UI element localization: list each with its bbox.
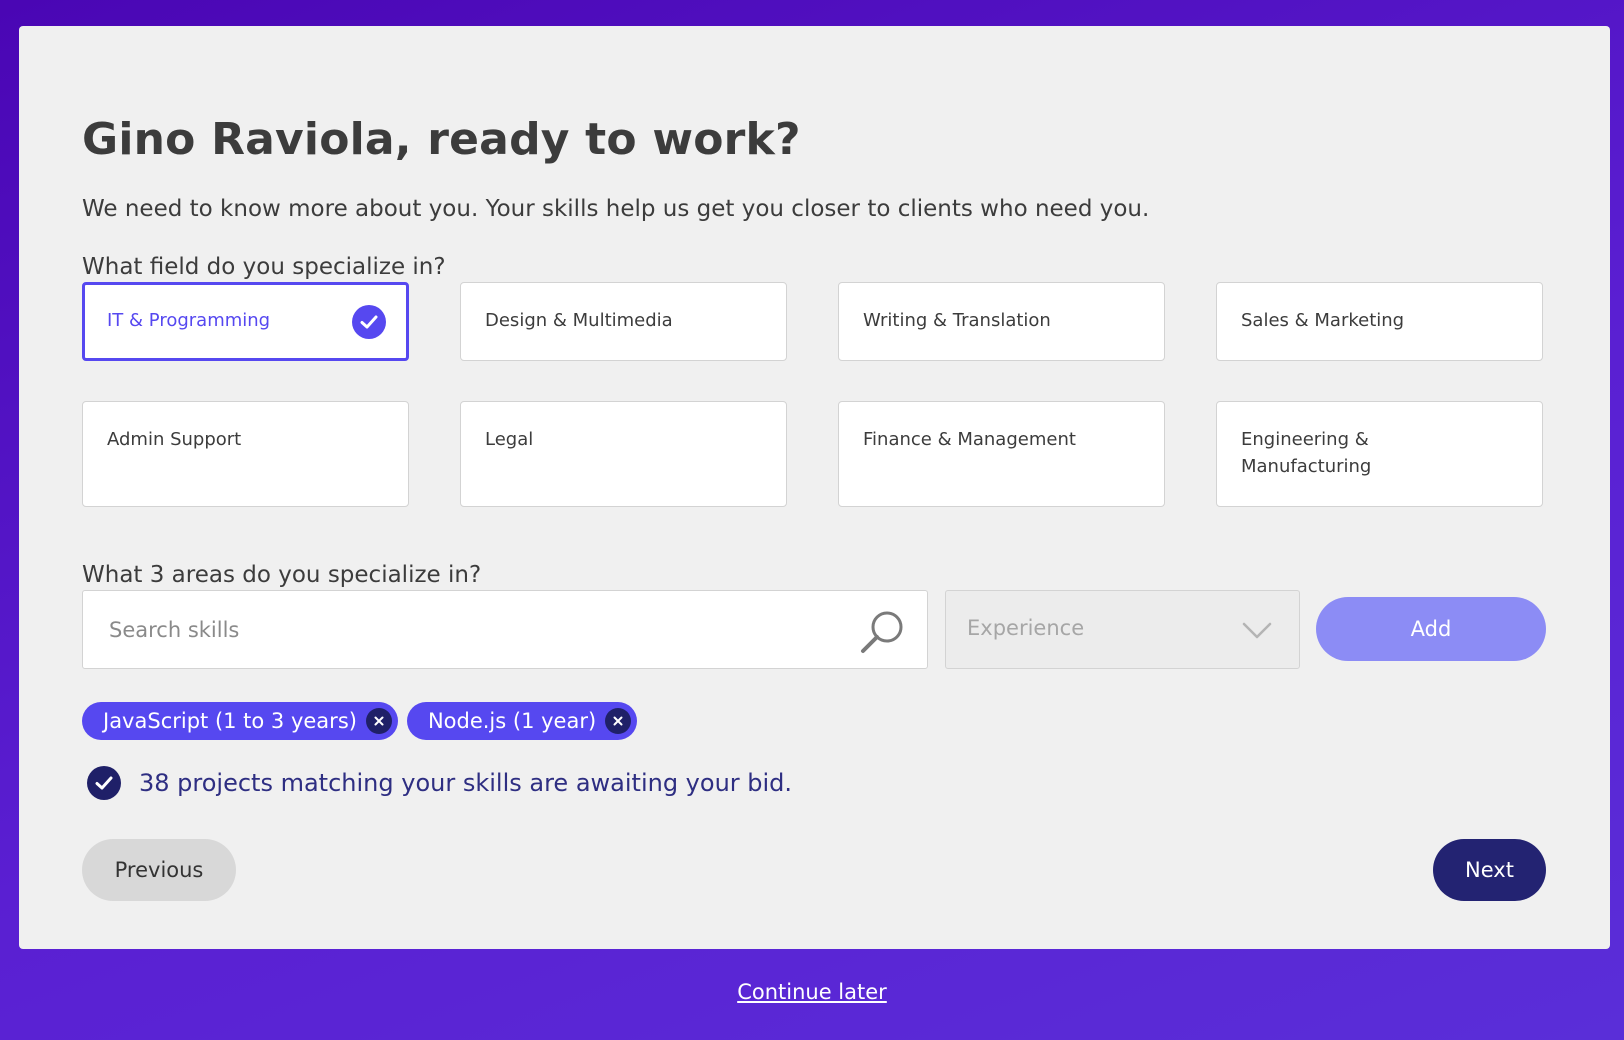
match-message: 38 projects matching your skills are awa… [139,769,793,797]
field-option-label: Sales & Marketing [1241,310,1405,331]
continue-later-link[interactable]: Continue later [737,980,887,1004]
next-button[interactable]: Next [1433,839,1546,901]
field-option-label: Engineering & Manufacturing [1241,429,1372,477]
field-option-label: Legal [485,429,534,450]
field-option-it-programming[interactable]: IT & Programming [82,282,409,361]
close-icon[interactable] [605,708,632,734]
field-question: What field do you specialize in? [82,254,446,280]
skill-tag-label: Node.js (1 year) [427,709,597,733]
skills-question: What 3 areas do you specialize in? [82,562,482,588]
check-circle-icon [352,305,386,339]
field-option-label: Design & Multimedia [485,310,673,331]
field-option-label: Admin Support [107,429,242,450]
selected-skills: JavaScript (1 to 3 years) Node.js (1 yea… [82,702,638,740]
search-icon[interactable] [857,607,909,659]
skill-tag: Node.js (1 year) [406,702,638,740]
experience-placeholder: Experience [967,616,1085,640]
field-option-sales-marketing[interactable]: Sales & Marketing [1216,282,1543,361]
field-option-finance-management[interactable]: Finance & Management [838,401,1165,507]
field-option-legal[interactable]: Legal [460,401,787,507]
skill-tag: JavaScript (1 to 3 years) [82,702,398,740]
field-option-label: Finance & Management [863,429,1076,450]
match-notice: 38 projects matching your skills are awa… [87,766,792,800]
field-option-admin-support[interactable]: Admin Support [82,401,409,507]
page-subtitle: We need to know more about you. Your ski… [82,196,1150,222]
experience-select[interactable]: Experience [945,590,1300,669]
field-option-engineering-manufacturing[interactable]: Engineering & Manufacturing [1216,401,1543,507]
previous-button[interactable]: Previous [82,839,236,901]
field-option-design-multimedia[interactable]: Design & Multimedia [460,282,787,361]
search-skills-input[interactable] [109,613,829,647]
close-icon[interactable] [365,708,392,734]
page-title: Gino Raviola, ready to work? [82,114,801,165]
continue-later-container: Continue later [0,980,1624,1004]
chevron-down-icon [1241,619,1273,641]
skill-search-box [82,590,928,669]
field-option-label: Writing & Translation [863,310,1051,331]
skill-tag-label: JavaScript (1 to 3 years) [103,709,357,733]
add-skill-button[interactable]: Add [1316,597,1546,661]
onboarding-card: Gino Raviola, ready to work? We need to … [19,26,1610,949]
field-option-label: IT & Programming [107,310,271,331]
check-circle-icon [87,766,121,800]
field-option-writing-translation[interactable]: Writing & Translation [838,282,1165,361]
